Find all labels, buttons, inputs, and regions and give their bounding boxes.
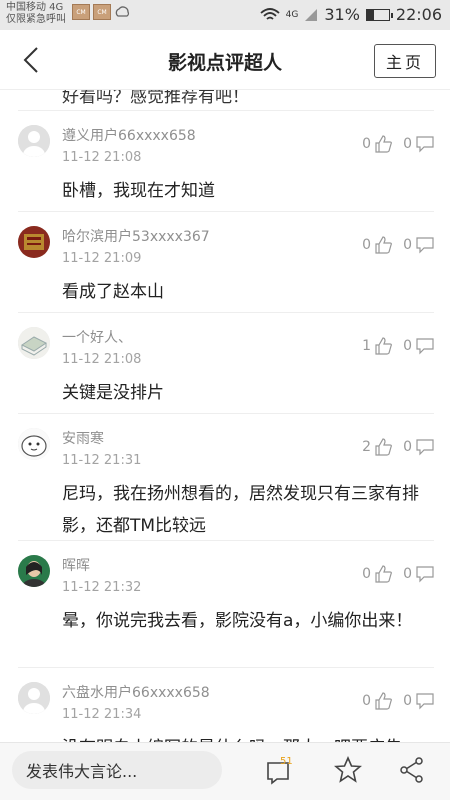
- app-notification-icon: CM: [93, 4, 111, 20]
- comment-input[interactable]: 发表伟大言论...: [12, 751, 222, 789]
- comment-bubble-icon: [416, 439, 434, 456]
- comment-item: 安雨寒 11-12 21:31 2 0 尼玛，我在扬州想看的，居然发现只有三家有…: [18, 413, 434, 540]
- comment-text: 卧槽，我现在才知道: [62, 181, 215, 201]
- carrier-label: 中国移动 4G: [6, 2, 64, 13]
- emergency-label: 仅限紧急呼叫: [6, 14, 66, 25]
- home-button[interactable]: 主页: [374, 44, 436, 78]
- comment-time: 11-12 21:08: [62, 150, 142, 165]
- reply-count: 0: [403, 237, 412, 253]
- share-icon[interactable]: [398, 755, 426, 785]
- system-status: 4G 31% 22:06: [260, 5, 442, 24]
- comment-bubble-icon: [416, 693, 434, 710]
- comment-item: 六盘水用户66xxxx658 11-12 21:34 0 0 没有明白小编写的是…: [18, 667, 434, 742]
- partial-comment-text: 好看吗？感觉推荐有吧！: [62, 90, 249, 107]
- avatar[interactable]: [18, 682, 50, 714]
- comment-username[interactable]: 六盘水用户66xxxx658: [62, 682, 210, 702]
- avatar[interactable]: [18, 555, 50, 587]
- comment-time: 11-12 21:09: [62, 251, 142, 266]
- comment-username[interactable]: 安雨寒: [62, 428, 104, 448]
- thumbs-up-icon: [375, 135, 393, 153]
- comment-item: 一个好人、 11-12 21:08 1 0 关键是没排片: [18, 312, 434, 413]
- comment-item: 晖晖 11-12 21:32 0 0 晕，你说完我去看，影院没有a，小编你出来！: [18, 540, 434, 667]
- reply-button[interactable]: 0: [403, 438, 434, 456]
- battery-percent: 31%: [324, 5, 360, 24]
- thumbs-up-icon: [375, 565, 393, 583]
- reply-count: 0: [403, 566, 412, 582]
- avatar[interactable]: [18, 125, 50, 157]
- comment-count-badge: 51: [280, 756, 293, 767]
- like-button[interactable]: 0: [362, 565, 393, 583]
- like-button[interactable]: 0: [362, 692, 393, 710]
- comment-text: 看成了赵本山: [62, 282, 164, 302]
- reply-count: 0: [403, 136, 412, 152]
- like-button[interactable]: 2: [362, 438, 393, 456]
- title-bar: 影视点评超人 主页: [0, 30, 450, 90]
- like-button[interactable]: 1: [362, 337, 393, 355]
- reply-count: 0: [403, 439, 412, 455]
- like-count: 0: [362, 136, 372, 152]
- comment-time: 11-12 21:08: [62, 352, 142, 367]
- comment-item: 哈尔滨用户53xxxx367 11-12 21:09 0 0 看成了赵本山: [18, 211, 434, 312]
- comment-bubble-icon: [416, 136, 434, 153]
- bottom-bar: 发表伟大言论... 51: [0, 742, 450, 800]
- avatar[interactable]: [18, 428, 50, 460]
- like-count: 0: [362, 693, 372, 709]
- thumbs-up-icon: [375, 438, 393, 456]
- comment-time: 11-12 21:31: [62, 453, 142, 468]
- like-count: 0: [362, 566, 372, 582]
- avatar[interactable]: [18, 327, 50, 359]
- comment-text: 没有明白小编写的是什么吗，那大…吧要广告: [62, 732, 428, 742]
- status-bar: 中国移动 4G 仅限紧急呼叫 CM CM 4G 31% 22:06: [0, 0, 450, 30]
- battery-icon: [365, 8, 393, 21]
- like-count: 0: [362, 237, 372, 253]
- comment-input-placeholder: 发表伟大言论...: [26, 762, 138, 781]
- comment-text: 尼玛，我在扬州想看的，居然发现只有三家有排影，还都TM比较远: [62, 484, 419, 536]
- reply-count: 0: [403, 338, 412, 354]
- comment-bubble-icon: [416, 338, 434, 355]
- wifi-icon: [260, 7, 280, 20]
- network-type: 4G: [285, 9, 299, 20]
- comment-list[interactable]: 好看吗？感觉推荐有吧！ 遵义用户66xxxx658 11-12 21:08 0 …: [0, 90, 450, 742]
- reply-button[interactable]: 0: [403, 236, 434, 254]
- like-button[interactable]: 0: [362, 135, 393, 153]
- reply-button[interactable]: 0: [403, 565, 434, 583]
- thumbs-up-icon: [375, 236, 393, 254]
- app-notification-icon: CM: [72, 4, 90, 20]
- comment-time: 11-12 21:34: [62, 707, 142, 722]
- comment-item: 遵义用户66xxxx658 11-12 21:08 0 0 卧槽，我现在才知道: [18, 110, 434, 211]
- thumbs-up-icon: [375, 692, 393, 710]
- comment-username[interactable]: 晖晖: [62, 555, 90, 575]
- comment-bubble-icon: [416, 237, 434, 254]
- weather-icon: [115, 6, 130, 17]
- comments-icon[interactable]: 51: [266, 755, 294, 785]
- comment-time: 11-12 21:32: [62, 580, 142, 595]
- comment-username[interactable]: 遵义用户66xxxx658: [62, 125, 196, 145]
- reply-count: 0: [403, 693, 412, 709]
- comment-username[interactable]: 一个好人、: [62, 327, 132, 347]
- notification-icons: CM CM: [72, 4, 130, 20]
- reply-button[interactable]: 0: [403, 337, 434, 355]
- like-button[interactable]: 0: [362, 236, 393, 254]
- like-count: 1: [362, 338, 372, 354]
- star-icon[interactable]: [334, 755, 362, 785]
- comment-text: 晕，你说完我去看，影院没有a，小编你出来！: [62, 611, 413, 631]
- like-count: 2: [362, 439, 372, 455]
- avatar[interactable]: [18, 226, 50, 258]
- reply-button[interactable]: 0: [403, 135, 434, 153]
- carrier-info: 中国移动 4G 仅限紧急呼叫: [6, 2, 66, 26]
- comment-bubble-icon: [416, 566, 434, 583]
- clock: 22:06: [395, 5, 442, 24]
- thumbs-up-icon: [375, 337, 393, 355]
- signal-icon: [305, 8, 318, 21]
- reply-button[interactable]: 0: [403, 692, 434, 710]
- comment-text: 关键是没排片: [62, 383, 164, 403]
- comment-username[interactable]: 哈尔滨用户53xxxx367: [62, 226, 210, 246]
